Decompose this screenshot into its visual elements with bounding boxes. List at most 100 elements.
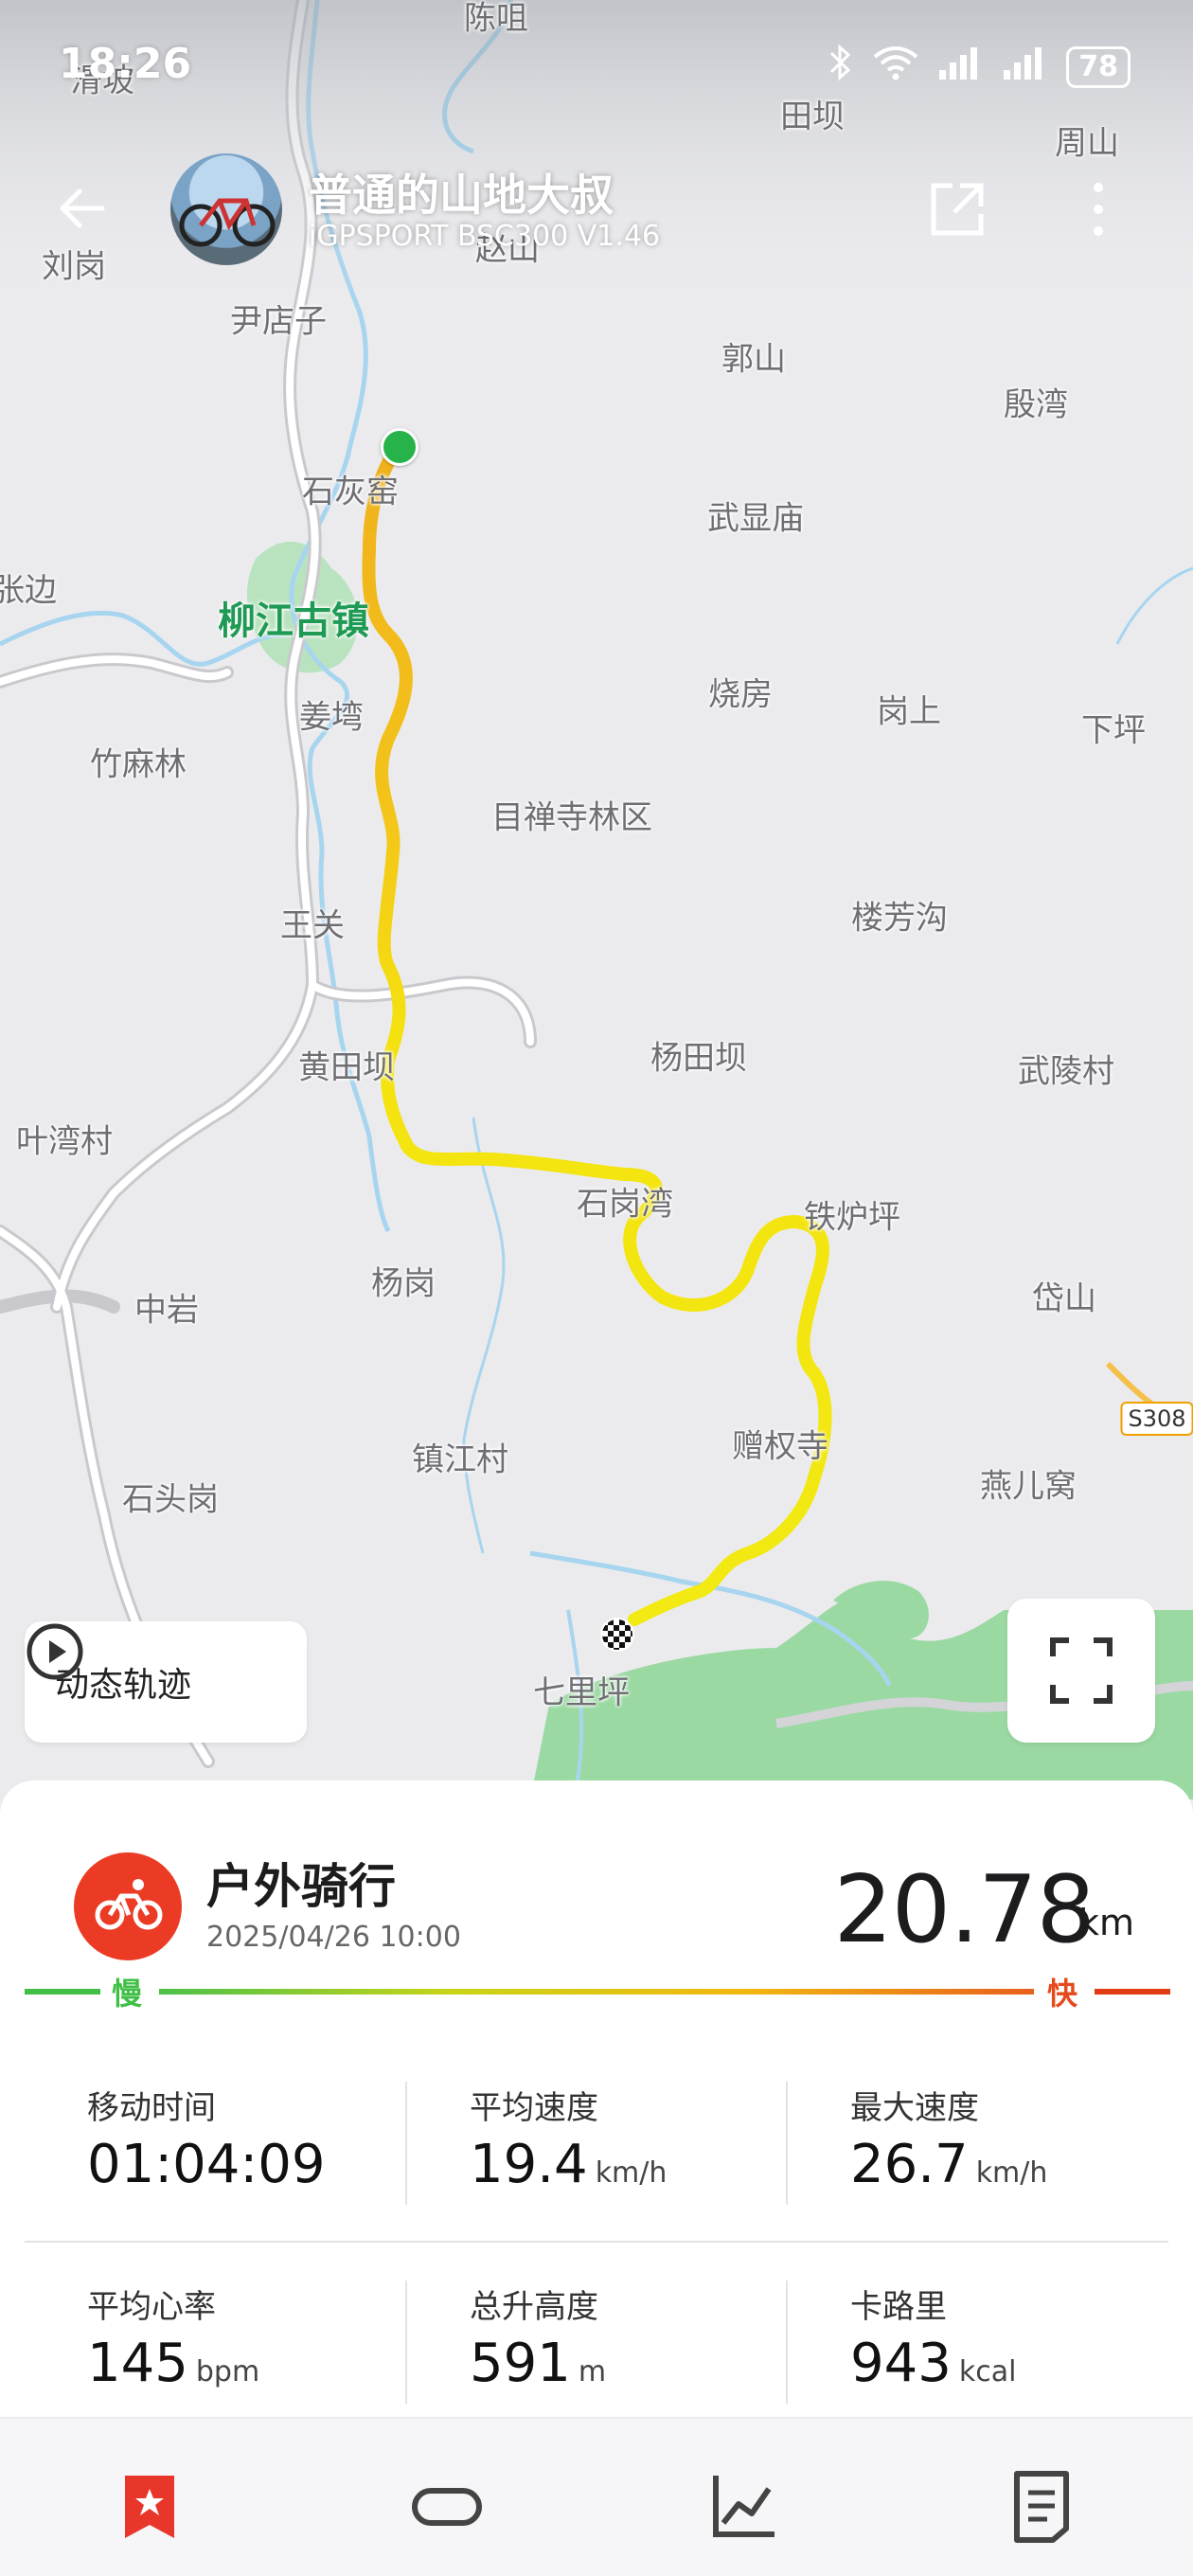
top-header: 普通的山地大叔 iGPSPORT BSC300 V1.46 — [0, 142, 1193, 275]
stat-number: 26.7 — [850, 2134, 969, 2195]
cycling-activity-icon — [74, 1852, 182, 1960]
road-shield-s308: S308 — [1120, 1402, 1193, 1436]
stat-number: 145 — [87, 2333, 188, 2394]
clock: 18:26 — [59, 40, 192, 88]
stat-label: 总升高度 — [470, 2288, 598, 2326]
stat-label: 平均速度 — [470, 2089, 598, 2127]
bicycle-photo-icon — [179, 198, 276, 247]
stat-unit: bpm — [195, 2355, 260, 2388]
star-bookmark-icon[interactable] — [112, 2468, 187, 2544]
stat-value: 145 bpm — [87, 2333, 405, 2394]
place-label: 石头岗 — [122, 1480, 219, 1519]
avatar[interactable] — [170, 153, 282, 265]
route-start-marker[interactable] — [381, 428, 418, 466]
wifi-icon — [871, 44, 920, 90]
place-label: 岱山 — [1032, 1279, 1096, 1318]
bluetooth-icon — [826, 44, 854, 90]
activity-datetime: 2025/04/26 10:00 — [206, 1921, 461, 1954]
stat-elevation-gain: 总升高度 591 m — [405, 2281, 786, 2404]
stat-label: 移动时间 — [87, 2089, 216, 2127]
distance-unit: km — [1077, 1902, 1134, 1943]
place-label: 尹店子 — [230, 302, 327, 341]
system-icons: 78 — [826, 44, 1131, 90]
stat-unit: m — [578, 2355, 607, 2388]
stat-value: 591 m — [470, 2333, 786, 2394]
place-label: 铁炉坪 — [804, 1198, 900, 1237]
place-label: 七里坪 — [533, 1673, 630, 1712]
place-label: 烧房 — [708, 675, 773, 714]
place-label: 黄田坝 — [298, 1048, 395, 1087]
stat-unit: km/h — [595, 2156, 668, 2190]
more-options-icon[interactable] — [1070, 176, 1127, 242]
loop-icon[interactable] — [409, 2468, 485, 2544]
stat-avg-speed: 平均速度 19.4 km/h — [405, 2082, 786, 2205]
place-label-landmark: 柳江古镇 — [218, 599, 369, 643]
signal-icon-2 — [1002, 44, 1049, 90]
place-label: 王关 — [280, 906, 345, 945]
place-label: 目禅寺林区 — [491, 798, 652, 837]
user-name: 普通的山地大叔 — [309, 170, 614, 221]
device-name: iGPSPORT BSC300 V1.46 — [309, 220, 661, 253]
place-label: 武陵村 — [1018, 1052, 1114, 1091]
stats-grid: 移动时间 01:04:09 平均速度 19.4 km/h 最大速度 26.7 km/… — [25, 2044, 1168, 2442]
status-bar: 18:26 78 — [0, 0, 1193, 133]
stat-value: 26.7 km/h — [850, 2134, 1166, 2195]
place-label: 石灰窑 — [302, 473, 399, 511]
stat-number: 943 — [850, 2333, 952, 2394]
place-label: 殷湾 — [1004, 385, 1068, 424]
stat-moving-time: 移动时间 01:04:09 — [25, 2082, 405, 2205]
bottom-navigation — [0, 2417, 1193, 2576]
place-label: 燕儿窝 — [980, 1467, 1077, 1506]
legend-fast-label: 快 — [1047, 1976, 1078, 2012]
fullscreen-button[interactable] — [1007, 1599, 1155, 1743]
app-root: { "status_bar": { "time": "18:26", "batt… — [0, 0, 1193, 2576]
stat-value: 19.4 km/h — [470, 2134, 786, 2195]
stat-label: 平均心率 — [87, 2288, 216, 2326]
legend-gradient-bar — [159, 1989, 1034, 1995]
stat-unit: km/h — [975, 2156, 1048, 2190]
place-label: 石岗湾 — [577, 1185, 673, 1224]
speed-color-legend: 慢 快 — [25, 1970, 1170, 2012]
fullscreen-icon — [1050, 1637, 1113, 1704]
stats-row: 移动时间 01:04:09 平均速度 19.4 km/h 最大速度 26.7 km/… — [25, 2044, 1168, 2243]
chart-icon[interactable] — [706, 2468, 782, 2544]
activity-type: 户外骑行 — [206, 1859, 396, 1914]
place-label: 中岩 — [134, 1291, 199, 1330]
stat-value: 943 kcal — [850, 2333, 1166, 2394]
battery-indicator: 78 — [1066, 45, 1131, 88]
stat-calories: 卡路里 943 kcal — [786, 2281, 1166, 2404]
legend-line-fast — [1095, 1989, 1170, 1995]
place-label: 赠权寺 — [732, 1427, 828, 1466]
bicycle-icon — [95, 1879, 163, 1930]
document-icon[interactable] — [1004, 2468, 1079, 2544]
place-label: 楼芳沟 — [851, 899, 948, 938]
activity-summary-card: 户外骑行 2025/04/26 10:00 20.78 km 慢 快 移动时间 … — [0, 1780, 1193, 2424]
share-icon[interactable] — [924, 176, 990, 242]
stat-number: 591 — [470, 2333, 571, 2394]
legend-slow-label: 慢 — [112, 1976, 143, 2012]
place-label: 姜塆 — [299, 698, 364, 737]
stats-row: 平均心率 145 bpm 总升高度 591 m 卡路里 943 kcal — [25, 2243, 1168, 2442]
signal-icon — [937, 44, 985, 90]
stat-label: 最大速度 — [850, 2089, 979, 2127]
place-label: 下坪 — [1081, 711, 1146, 750]
place-label: 郭山 — [721, 340, 786, 379]
place-label: 张边 — [0, 571, 57, 610]
route-finish-marker[interactable] — [600, 1618, 634, 1652]
place-label: 叶湾村 — [16, 1122, 113, 1161]
stat-number: 01:04:09 — [87, 2134, 326, 2195]
place-label: 武显庙 — [707, 499, 804, 538]
stat-number: 19.4 — [470, 2134, 588, 2195]
place-label: 岗上 — [877, 692, 941, 731]
back-arrow-icon[interactable] — [55, 180, 112, 237]
stat-value: 01:04:09 — [87, 2134, 405, 2195]
total-distance: 20.78 — [833, 1856, 1095, 1964]
play-circle-icon — [27, 1623, 83, 1680]
place-label: 杨田坝 — [650, 1039, 747, 1078]
place-label: 杨岗 — [371, 1264, 436, 1303]
place-label: 镇江村 — [412, 1440, 508, 1479]
place-label: 竹麻林 — [90, 745, 187, 784]
legend-line-slow — [25, 1989, 100, 1995]
track-replay-button[interactable]: 动态轨迹 — [25, 1621, 307, 1743]
stat-unit: kcal — [958, 2355, 1017, 2388]
